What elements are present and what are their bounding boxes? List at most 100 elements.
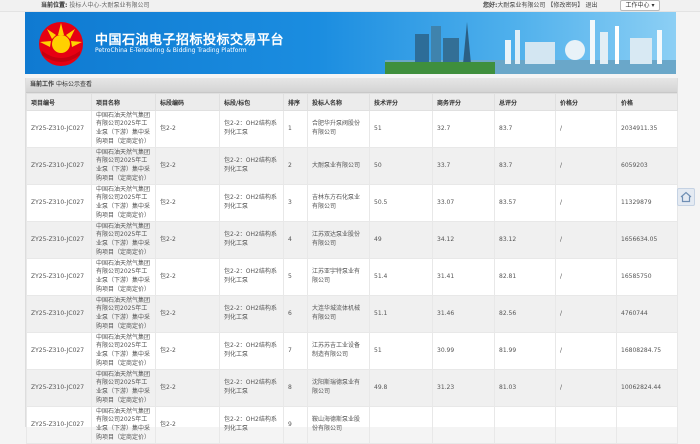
col-project-name: 项目名称 (91, 93, 156, 111)
cell-section-code: 包2-2 (155, 369, 220, 407)
col-bidder-name: 投标人名称 (307, 93, 370, 111)
cell-business-score: 33.07 (432, 184, 495, 222)
cell-tech-score: 51.4 (369, 258, 433, 296)
col-section-package: 标段/标包 (219, 93, 284, 111)
cell-price-score: / (555, 110, 617, 148)
cell-project-code: ZY25-Z310-JC027 (26, 258, 92, 296)
cell-rank: 6 (283, 295, 308, 333)
cell-price-score: / (555, 369, 617, 407)
cell-project-name: 中国石油天然气集团有限公司2025年工业泵（下游）集中采购项目（定商定价） (91, 221, 156, 259)
cell-project-name: 中国石油天然气集团有限公司2025年工业泵（下游）集中采购项目（定商定价） (91, 295, 156, 333)
cell-total-score: 82.56 (494, 295, 556, 333)
col-section-code: 标段编码 (155, 93, 220, 111)
workspace-dropdown[interactable]: 工作中心 ▾ (620, 0, 660, 11)
cell-section-package: 包2-2：OH2结构系列化工泵 (219, 369, 284, 407)
cell-business-score (432, 406, 495, 444)
user-name: 大耐泵业有限公司 (497, 2, 546, 9)
location-path: 投标人中心-大耐泵业有限公司 (69, 2, 150, 9)
cell-business-score: 33.7 (432, 147, 495, 185)
cell-project-name: 中国石油天然气集团有限公司2025年工业泵（下游）集中采购项目（定商定价） (91, 369, 156, 407)
site-subtitle: PetroChina E-Tendering & Bidding Trading… (95, 47, 247, 54)
cell-section-code: 包2-2 (155, 332, 220, 370)
cell-business-score: 34.12 (432, 221, 495, 259)
table-body: ZY25-Z310-JC027 中国石油天然气集团有限公司2025年工业泵（下游）… (26, 110, 678, 444)
col-rank: 排序 (283, 93, 308, 111)
breadcrumb-current: 中标公示查看 (55, 81, 92, 88)
cell-section-code: 包2-2 (155, 406, 220, 444)
cell-bidder-name: 江苏亚宇特泵业有限公司 (307, 258, 370, 296)
cell-price-score (555, 406, 617, 444)
cell-total-score: 83.7 (494, 110, 556, 148)
home-button[interactable] (677, 188, 695, 206)
cell-section-code: 包2-2 (155, 295, 220, 333)
cell-total-score: 81.03 (494, 369, 556, 407)
cell-bidder-name: 大连华城流体机械有限公司 (307, 295, 370, 333)
work-breadcrumb: 当前工作 中标公示查看 (26, 78, 677, 93)
cell-total-score: 81.99 (494, 332, 556, 370)
cell-price: 10062824.44 (616, 369, 678, 407)
cell-bidder-name: 沈阳斯瑞德泵业有限公司 (307, 369, 370, 407)
cell-section-package: 包2-2：OH2结构系列化工泵 (219, 332, 284, 370)
col-tech-score: 技术评分 (369, 93, 433, 111)
main-panel: 当前工作 中标公示查看 项目编号 项目名称 标段编码 标段/标包 排序 投标人名… (25, 78, 678, 444)
cell-project-code: ZY25-Z310-JC027 (26, 369, 92, 407)
cell-bidder-name: 合肥华升泵阀股份有限公司 (307, 110, 370, 148)
cell-project-name: 中国石油天然气集团有限公司2025年工业泵（下游）集中采购项目（定商定价） (91, 110, 156, 148)
table-row: ZY25-Z310-JC027 中国石油天然气集团有限公司2025年工业泵（下游）… (26, 369, 678, 407)
cell-tech-score (369, 406, 433, 444)
cell-rank: 2 (283, 147, 308, 185)
cell-business-score: 30.99 (432, 332, 495, 370)
cell-rank: 5 (283, 258, 308, 296)
col-price: 价格 (616, 93, 678, 111)
col-business-score: 商务评分 (432, 93, 495, 111)
cell-section-package: 包2-2：OH2结构系列化工泵 (219, 295, 284, 333)
logout-link[interactable]: 退出 (585, 2, 597, 9)
cell-tech-score: 49 (369, 221, 433, 259)
cell-section-package: 包2-2：OH2结构系列化工泵 (219, 406, 284, 444)
cell-project-code: ZY25-Z310-JC027 (26, 147, 92, 185)
cell-rank: 7 (283, 332, 308, 370)
cell-project-code: ZY25-Z310-JC027 (26, 221, 92, 259)
col-price-score: 价格分 (555, 93, 617, 111)
table-row: ZY25-Z310-JC027 中国石油天然气集团有限公司2025年工业泵（下游）… (26, 406, 678, 444)
cell-tech-score: 49.8 (369, 369, 433, 407)
petrochina-logo-icon (39, 22, 83, 66)
cell-section-code: 包2-2 (155, 258, 220, 296)
cell-price: 4760744 (616, 295, 678, 333)
cell-price-score: / (555, 221, 617, 259)
cell-project-name: 中国石油天然气集团有限公司2025年工业泵（下游）集中采购项目（定商定价） (91, 184, 156, 222)
cell-project-name: 中国石油天然气集团有限公司2025年工业泵（下游）集中采购项目（定商定价） (91, 147, 156, 185)
cell-total-score: 83.7 (494, 147, 556, 185)
table-row: ZY25-Z310-JC027 中国石油天然气集团有限公司2025年工业泵（下游）… (26, 258, 678, 296)
cell-price: 11329879 (616, 184, 678, 222)
cell-business-score: 31.46 (432, 295, 495, 333)
table-row: ZY25-Z310-JC027 中国石油天然气集团有限公司2025年工业泵（下游）… (26, 110, 678, 148)
cell-price-score: / (555, 295, 617, 333)
cell-rank: 1 (283, 110, 308, 148)
cell-business-score: 32.7 (432, 110, 495, 148)
site-banner: 中国石油电子招标投标交易平台 PetroChina E-Tendering & … (25, 12, 676, 74)
current-location: 当前位置: 投标人中心-大耐泵业有限公司 (41, 1, 150, 10)
cell-total-score (494, 406, 556, 444)
cell-tech-score: 51 (369, 332, 433, 370)
cell-price-score: / (555, 258, 617, 296)
cell-tech-score: 50 (369, 147, 433, 185)
cell-business-score: 31.41 (432, 258, 495, 296)
table-row: ZY25-Z310-JC027 中国石油天然气集团有限公司2025年工业泵（下游）… (26, 295, 678, 333)
table-row: ZY25-Z310-JC027 中国石油天然气集团有限公司2025年工业泵（下游）… (26, 221, 678, 259)
caret-down-icon: ▾ (649, 2, 655, 9)
cell-bidder-name: 吉林东方石化泵业有限公司 (307, 184, 370, 222)
cell-project-code: ZY25-Z310-JC027 (26, 184, 92, 222)
cell-tech-score: 50.5 (369, 184, 433, 222)
location-label: 当前位置: (41, 2, 68, 9)
cell-section-code: 包2-2 (155, 184, 220, 222)
cell-total-score: 83.57 (494, 184, 556, 222)
workspace-label: 工作中心 (625, 2, 650, 9)
modify-password-link[interactable]: 【修改密码】 (547, 2, 583, 9)
cell-price: 2034911.35 (616, 110, 678, 148)
cell-price: 16808284.75 (616, 332, 678, 370)
cell-bidder-name: 鞍山海德斯泵业股份有限公司 (307, 406, 370, 444)
cell-section-package: 包2-2：OH2结构系列化工泵 (219, 221, 284, 259)
cell-project-code: ZY25-Z310-JC027 (26, 110, 92, 148)
cell-price: 1656634.05 (616, 221, 678, 259)
